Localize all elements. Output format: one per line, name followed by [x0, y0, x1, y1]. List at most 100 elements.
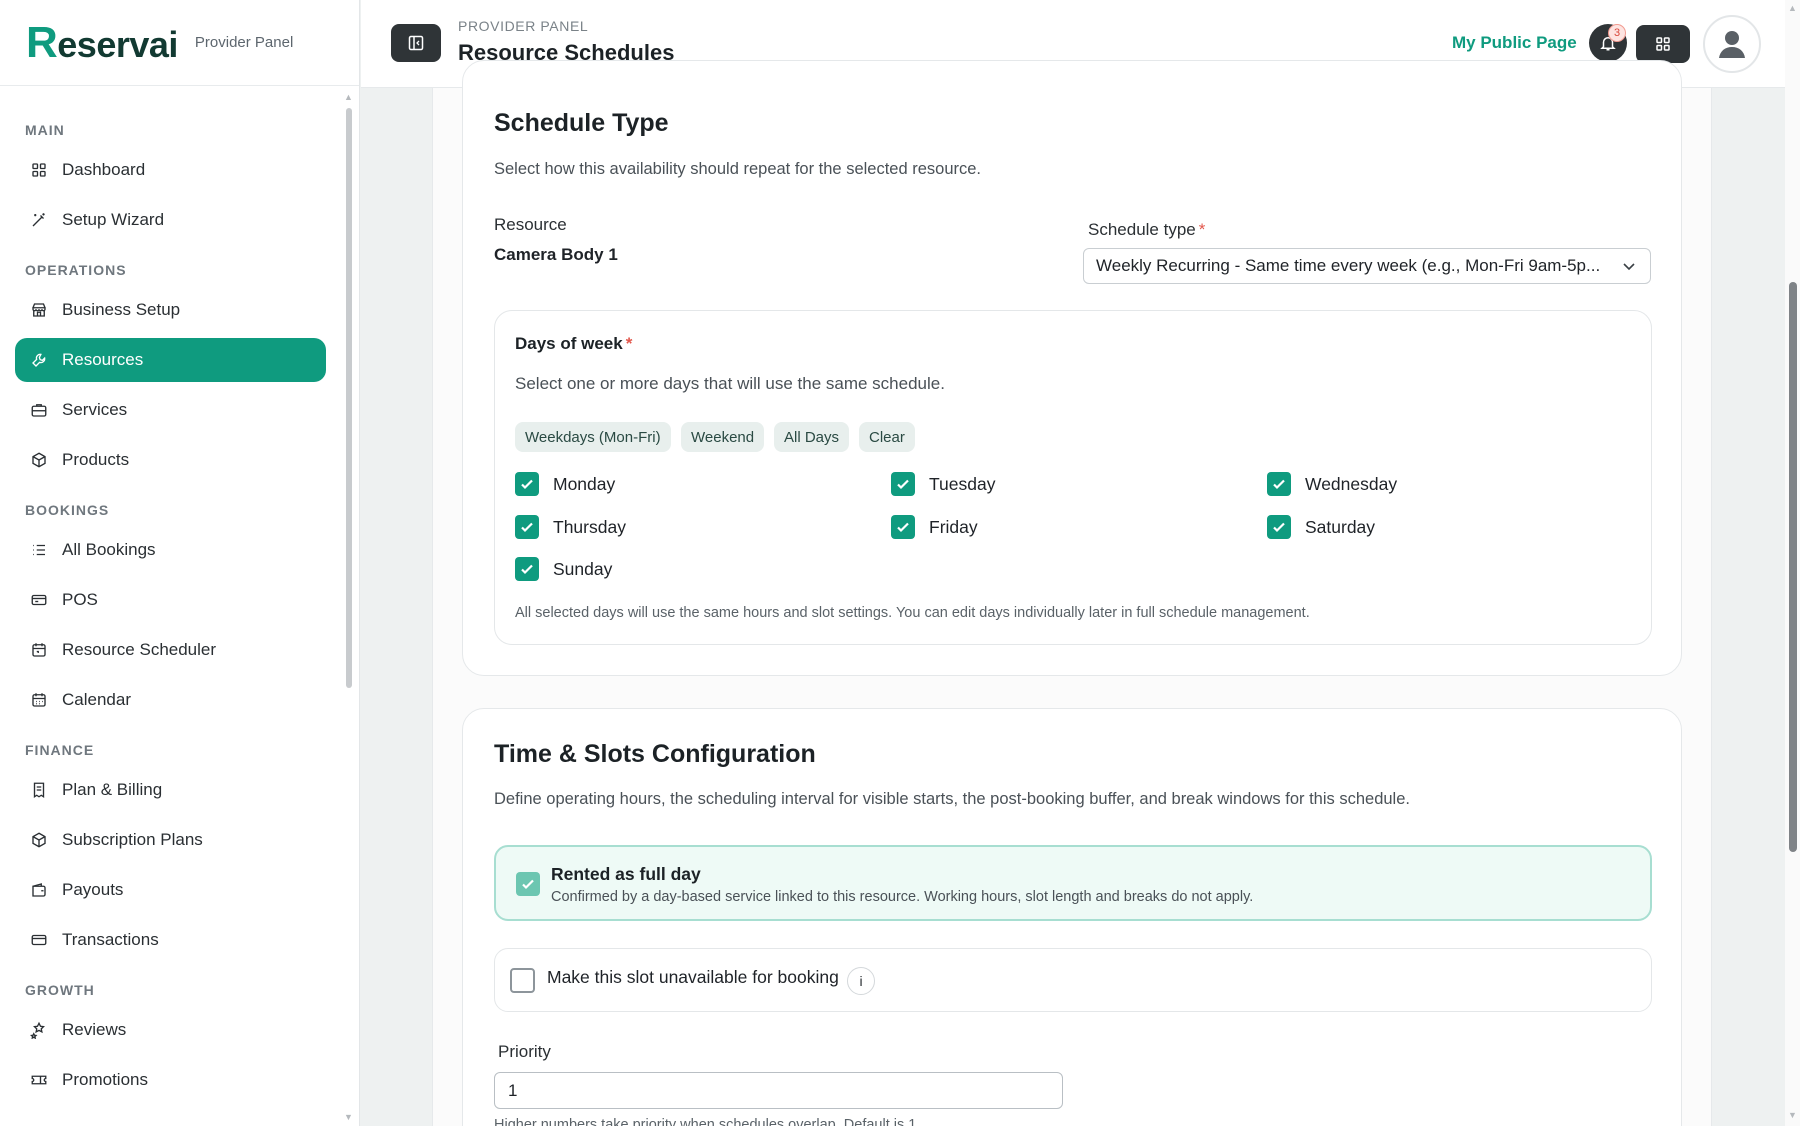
my-public-page-link[interactable]: My Public Page: [1452, 33, 1577, 53]
section-operations: OPERATIONS: [25, 262, 127, 278]
checkmark-icon: [521, 564, 533, 575]
sidebar-scrollbar-thumb[interactable]: [346, 108, 352, 688]
checkbox-checked[interactable]: [891, 515, 915, 539]
checkbox-checked[interactable]: [1267, 472, 1291, 496]
reservai-logo[interactable]: Reservai: [26, 18, 178, 68]
sidebar-item-promotions[interactable]: Promotions: [15, 1058, 326, 1102]
full-day-title: Rented as full day: [551, 864, 701, 884]
unavailable-checkbox[interactable]: [510, 968, 535, 993]
wrench-icon: [29, 350, 49, 370]
notification-count-badge: 3: [1608, 24, 1626, 42]
sidebar-item-transactions[interactable]: Transactions: [15, 918, 326, 962]
package-icon: [29, 450, 49, 470]
sidebar-item-resources[interactable]: Resources: [15, 338, 326, 382]
checkbox-checked[interactable]: [515, 557, 539, 581]
sidebar-scroll-up-arrow[interactable]: ▲: [344, 92, 353, 102]
day-checkbox-sunday[interactable]: Sunday: [515, 557, 612, 581]
sidebar-item-plan-billing[interactable]: Plan & Billing: [15, 768, 326, 812]
checkmark-icon: [521, 522, 533, 533]
sidebar-item-dashboard[interactable]: Dashboard: [15, 148, 326, 192]
dashboard-icon: [29, 160, 49, 180]
cube-icon: [29, 830, 49, 850]
section-finance: FINANCE: [25, 742, 95, 758]
schedule-type-select[interactable]: Weekly Recurring - Same time every week …: [1083, 248, 1651, 284]
store-icon: [29, 300, 49, 320]
sidebar-nav: MAIN Dashboard Setup Wizard OPERATIONS B…: [0, 86, 332, 1102]
calendar-icon: [29, 690, 49, 710]
day-checkbox-wednesday[interactable]: Wednesday: [1267, 472, 1397, 496]
checkbox-checked[interactable]: [515, 515, 539, 539]
checkmark-icon: [1273, 479, 1285, 490]
day-checkbox-thursday[interactable]: Thursday: [515, 515, 626, 539]
required-mark: *: [625, 334, 633, 353]
days-of-week-hint: Select one or more days that will use th…: [515, 374, 945, 393]
magic-wand-icon: [29, 210, 49, 230]
day-checkbox-monday[interactable]: Monday: [515, 472, 615, 496]
time-slots-subtitle: Define operating hours, the scheduling i…: [494, 790, 1410, 808]
time-slots-title: Time & Slots Configuration: [494, 740, 816, 768]
stars-icon: [29, 1020, 49, 1040]
checkbox-checked[interactable]: [891, 472, 915, 496]
user-avatar[interactable]: [1703, 15, 1761, 73]
page-scroll-down-arrow[interactable]: ▼: [1788, 1110, 1797, 1120]
sidebar-item-products[interactable]: Products: [15, 438, 326, 482]
priority-input[interactable]: 1: [494, 1072, 1063, 1109]
checkmark-icon: [897, 479, 909, 490]
day-checkbox-saturday[interactable]: Saturday: [1267, 515, 1375, 539]
sidebar-scroll-down-arrow[interactable]: ▼: [344, 1112, 353, 1122]
days-note: All selected days will use the same hour…: [515, 605, 1310, 621]
weekdays-chip[interactable]: Weekdays (Mon-Fri): [515, 422, 671, 452]
weekend-chip[interactable]: Weekend: [681, 422, 765, 452]
section-growth: GROWTH: [25, 982, 95, 998]
schedule-type-title: Schedule Type: [494, 109, 669, 137]
card-icon: [29, 930, 49, 950]
sidebar-item-payouts[interactable]: Payouts: [15, 868, 326, 912]
checkmark-icon: [897, 522, 909, 533]
chevron-down-icon: [1623, 263, 1635, 271]
section-bookings: BOOKINGS: [25, 502, 110, 518]
grid-icon: [1656, 37, 1670, 51]
list-icon: [29, 540, 49, 560]
checkbox-checked[interactable]: [515, 472, 539, 496]
days-of-week-panel: [494, 310, 1652, 645]
sidebar-item-business-setup[interactable]: Business Setup: [15, 288, 326, 332]
sidebar-item-services[interactable]: Services: [15, 388, 326, 432]
user-silhouette-icon: [1719, 31, 1745, 58]
full-day-option[interactable]: Rented as full day Confirmed by a day-ba…: [494, 845, 1652, 921]
brand-subtitle: Provider Panel: [194, 34, 294, 51]
sidebar-item-pos[interactable]: POS: [15, 578, 326, 622]
checkmark-icon: [1273, 522, 1285, 533]
sidebar-item-resource-scheduler[interactable]: Resource Scheduler: [15, 628, 326, 672]
sidebar-item-subscription-plans[interactable]: Subscription Plans: [15, 818, 326, 862]
page-scroll-up-arrow[interactable]: ▲: [1788, 3, 1797, 13]
page-scrollbar-thumb[interactable]: [1789, 282, 1797, 852]
sidebar-item-setup-wizard[interactable]: Setup Wizard: [15, 198, 326, 242]
ticket-icon: [29, 1070, 49, 1090]
unavailable-label: Make this slot unavailable for booking: [547, 967, 839, 987]
sidebar-item-all-bookings[interactable]: All Bookings: [15, 528, 326, 572]
calendar-clock-icon: [29, 640, 49, 660]
resource-value: Camera Body 1: [494, 245, 618, 264]
header-kicker: PROVIDER PANEL: [458, 18, 589, 34]
all-days-chip[interactable]: All Days: [774, 422, 850, 452]
section-main: MAIN: [25, 122, 65, 138]
resource-label: Resource: [494, 215, 567, 234]
checkbox-checked[interactable]: [1267, 515, 1291, 539]
sidebar-toggle-button[interactable]: [391, 24, 441, 62]
day-checkbox-tuesday[interactable]: Tuesday: [891, 472, 995, 496]
days-of-week-label: Days of week *: [515, 334, 633, 353]
clear-chip[interactable]: Clear: [859, 422, 915, 452]
sidebar-item-calendar[interactable]: Calendar: [15, 678, 326, 722]
full-day-checkbox[interactable]: [516, 872, 540, 896]
info-icon[interactable]: i: [847, 967, 875, 995]
sidebar-item-reviews[interactable]: Reviews: [15, 1008, 326, 1052]
schedule-type-subtitle: Select how this availability should repe…: [494, 160, 982, 178]
day-checkbox-friday[interactable]: Friday: [891, 515, 978, 539]
receipt-icon: [29, 780, 49, 800]
credit-card-icon: [29, 590, 49, 610]
panel-toggle-icon: [408, 35, 424, 51]
wallet-icon: [29, 880, 49, 900]
apps-grid-button[interactable]: [1636, 25, 1690, 63]
briefcase-icon: [29, 400, 49, 420]
full-day-description: Confirmed by a day-based service linked …: [551, 889, 1254, 905]
